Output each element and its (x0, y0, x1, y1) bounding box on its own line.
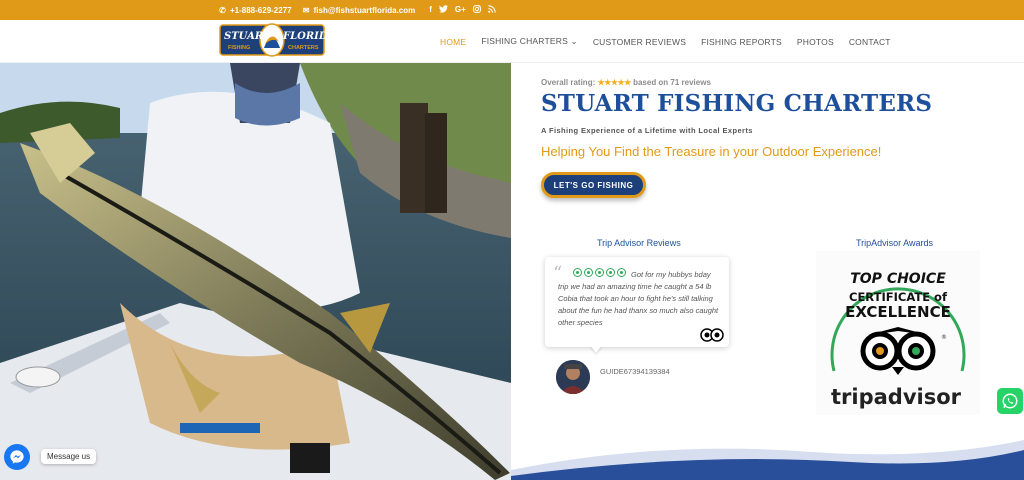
decorative-waves (511, 440, 1024, 480)
whatsapp-icon (1002, 393, 1018, 409)
instagram-icon[interactable] (472, 5, 481, 15)
svg-text:tripadvisor: tripadvisor (831, 385, 962, 409)
tripadvisor-owl-icon (700, 328, 724, 342)
tagline: Helping You Find the Treasure in your Ou… (541, 144, 882, 159)
svg-text:FISHING: FISHING (228, 45, 250, 51)
svg-text:CHARTERS: CHARTERS (288, 45, 319, 51)
certificate-of-excellence-badge[interactable]: TOP CHOICE CERTIFICATE of EXCELLENCE ® t… (816, 251, 980, 415)
social-links: f G+ (429, 5, 496, 15)
facebook-icon[interactable]: f (429, 5, 432, 15)
twitter-icon[interactable] (438, 5, 448, 15)
hero-photo-angler-snook (0, 63, 511, 480)
overall-rating: Overall rating: ★★★★★ based on 71 review… (541, 78, 1011, 87)
phone-icon: ✆ (219, 5, 226, 15)
messenger-button[interactable] (4, 444, 30, 470)
rss-icon[interactable] (487, 5, 496, 15)
top-bar: ✆ +1-888-629-2277 ✉ fish@fishstuartflori… (0, 0, 1024, 20)
site-logo[interactable]: STUART FLORIDA FISHING CHARTERS (218, 22, 326, 60)
nav-fishing-charters[interactable]: FISHING CHARTERS ⌄ (481, 36, 578, 47)
page-title: STUART FISHING CHARTERS (541, 90, 933, 117)
rating-stars: ★★★★★ (597, 78, 631, 87)
page: ✆ +1-888-629-2277 ✉ fish@fishstuartflori… (0, 0, 1024, 480)
rating-count: based on 71 reviews (633, 78, 711, 87)
email-address: fish@fishstuartflorida.com (313, 5, 416, 15)
rating-prefix: Overall rating: (541, 78, 596, 87)
email-link[interactable]: ✉ fish@fishstuartflorida.com (302, 5, 416, 15)
svg-text:EXCELLENCE: EXCELLENCE (845, 303, 951, 321)
reviews-heading: Trip Advisor Reviews (597, 238, 681, 248)
nav-photos[interactable]: PHOTOS (797, 37, 834, 47)
review-card-tail (590, 345, 602, 353)
whatsapp-button[interactable] (997, 388, 1023, 414)
hero-content: Overall rating: ★★★★★ based on 71 review… (541, 78, 1011, 159)
svg-text:®: ® (941, 334, 947, 341)
site-header: STUART FLORIDA FISHING CHARTERS HOME FIS… (0, 20, 1024, 63)
phone-link[interactable]: ✆ +1-888-629-2277 (218, 5, 292, 15)
svg-text:STUART: STUART (224, 31, 272, 42)
svg-text:TOP CHOICE: TOP CHOICE (850, 271, 946, 287)
nav-home[interactable]: HOME (440, 37, 466, 47)
awards-heading: TripAdvisor Awards (856, 238, 934, 248)
reviewer-name: GUIDE67394139384 (600, 367, 670, 376)
email-icon: ✉ (302, 5, 310, 15)
messenger-label[interactable]: Message us (41, 449, 97, 464)
google-plus-icon[interactable]: G+ (455, 5, 466, 15)
review-card[interactable]: “ Got for my hubbys bday trip we had an … (545, 257, 729, 347)
review-text: Got for my hubbys bday trip we had an am… (558, 270, 719, 327)
messenger-icon (10, 450, 24, 464)
svg-text:CERTIFICATE of: CERTIFICATE of (849, 290, 948, 304)
phone-number: +1-888-629-2277 (230, 5, 292, 15)
nav-customer-reviews[interactable]: CUSTOMER REVIEWS (593, 37, 686, 47)
nav-contact[interactable]: CONTACT (849, 37, 891, 47)
nav-fishing-reports[interactable]: FISHING REPORTS (701, 37, 782, 47)
avatar (556, 360, 590, 394)
main-nav: HOME FISHING CHARTERS ⌄ CUSTOMER REVIEWS… (440, 20, 891, 63)
lets-go-fishing-button[interactable]: LET'S GO FISHING (541, 172, 646, 198)
svg-text:FLORIDA: FLORIDA (282, 31, 326, 42)
page-subtitle: A Fishing Experience of a Lifetime with … (541, 126, 753, 135)
